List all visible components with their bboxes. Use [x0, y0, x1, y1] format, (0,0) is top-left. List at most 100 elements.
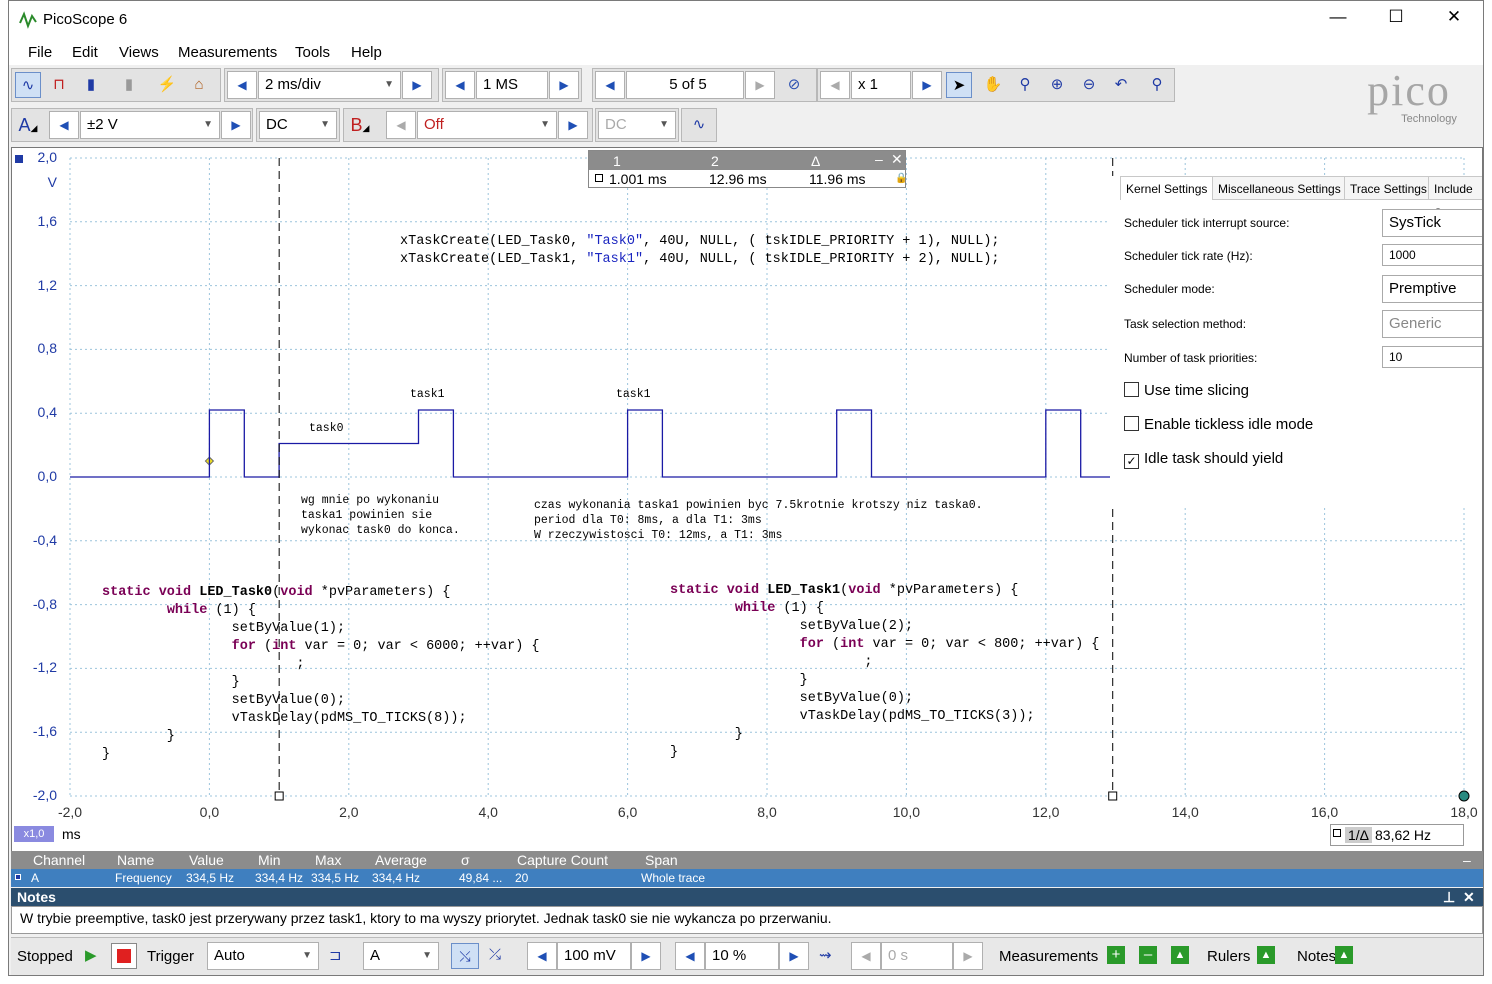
legend-minimize-icon[interactable]: – [875, 151, 883, 167]
col-channel[interactable]: Channel [33, 852, 85, 868]
delay-next-button[interactable]: ▶ [953, 942, 983, 970]
play-icon[interactable]: ▶ [85, 946, 97, 964]
checkbox-tickless-idle[interactable]: Enable tickless idle mode [1124, 416, 1313, 433]
menu-views[interactable]: Views [119, 44, 159, 61]
tab-kernel-settings[interactable]: Kernel Settings [1120, 176, 1214, 200]
coupling-a-select[interactable]: DC ▼ [259, 111, 337, 139]
col-average[interactable]: Average [375, 852, 427, 868]
rulers-toggle-icon[interactable]: ▲ [1257, 946, 1275, 964]
home-icon[interactable]: ⌂ [186, 72, 212, 98]
trigger-mode-select[interactable]: Auto ▼ [207, 942, 319, 970]
rising-edge-icon[interactable]: ⤯ [451, 943, 479, 969]
timebase-prev-button[interactable]: ◀ [227, 71, 257, 99]
samples-select[interactable]: 1 MS [476, 71, 548, 99]
menu-edit[interactable]: Edit [72, 44, 98, 61]
pretrigger-next-button[interactable]: ▶ [779, 942, 809, 970]
coupling-b-select[interactable]: DC ▼ [598, 111, 676, 139]
trigger-source-select[interactable]: A ▼ [363, 942, 439, 970]
coupling-b-group: DC ▼ [595, 108, 679, 142]
buffer-next-button[interactable]: ▶ [745, 71, 775, 99]
legend-close-icon[interactable]: ✕ [891, 151, 903, 168]
buffer-prev-button[interactable]: ◀ [595, 71, 625, 99]
falling-edge-icon[interactable]: ⤰ [489, 946, 501, 963]
timebase-select[interactable]: 2 ms/div ▼ [258, 71, 401, 99]
field-tick-rate[interactable]: 1000 [1382, 244, 1482, 266]
remove-measurement-icon[interactable]: – [1139, 946, 1157, 964]
threshold-next-button[interactable]: ▶ [631, 942, 661, 970]
col-name[interactable]: Name [117, 852, 154, 868]
pretrigger-field[interactable]: 10 % [705, 942, 779, 970]
ruler-handle-2 [1108, 791, 1118, 801]
advanced-trigger-icon[interactable]: ⊐ [329, 946, 342, 964]
col-span[interactable]: Span [645, 852, 678, 868]
persistence-mode-icon[interactable]: ⊓ [46, 72, 72, 98]
field-tick-source[interactable]: SysTick [1382, 209, 1482, 237]
range-b-select[interactable]: Off ▼ [417, 111, 557, 139]
signal-generator-icon[interactable]: ⚡ [154, 72, 180, 98]
post-trigger-icon[interactable]: ⇝ [819, 946, 832, 964]
delay-field[interactable]: 0 s [881, 942, 953, 970]
scope-view[interactable]: 2,0 1,6 1,2 0,8 0,4 0,0 -0,4 -0,8 -1,2 -1,6 -2,0 V… [11, 147, 1483, 853]
checkbox-idle-yield[interactable]: ✓ Idle task should yield [1124, 450, 1283, 469]
ruler-legend[interactable]: 1 2 Δ – ✕ 1.001 ms 12.96 ms 11.96 ms 🔒 [588, 150, 907, 188]
zoom-out-icon[interactable]: ⊖ [1076, 72, 1102, 98]
zoom-overview-icon[interactable]: ⚲ [1144, 72, 1170, 98]
range-b-next-button[interactable]: ▶ [558, 111, 588, 139]
buffer-index[interactable]: 5 of 5 [626, 71, 744, 99]
tab-trace-settings[interactable]: Trace Settings [1344, 176, 1433, 200]
field-scheduler-mode[interactable]: Premptive [1382, 275, 1482, 303]
zoom-next-button[interactable]: ▶ [912, 71, 942, 99]
minimize-button[interactable]: — [1309, 7, 1367, 33]
col-min[interactable]: Min [258, 852, 281, 868]
field-task-selection[interactable]: Generic [1382, 310, 1482, 338]
undo-zoom-icon[interactable]: ↶ [1108, 72, 1134, 98]
edit-measurement-icon[interactable]: ▲ [1171, 946, 1189, 964]
samples-prev-button[interactable]: ◀ [445, 71, 475, 99]
threshold-prev-button[interactable]: ◀ [527, 942, 557, 970]
zoom-area-icon[interactable]: ⚲ [1012, 72, 1038, 98]
table-row[interactable]: A Frequency 334,5 Hz 334,4 Hz 334,5 Hz 3… [11, 869, 1483, 887]
maximize-button[interactable]: ☐ [1367, 7, 1425, 33]
zoom-in-icon[interactable]: ⊕ [1044, 72, 1070, 98]
tab-miscellaneous-settings[interactable]: Miscellaneous Settings [1212, 176, 1347, 200]
compass-icon[interactable]: ⊘ [781, 72, 807, 98]
range-a-prev-button[interactable]: ◀ [49, 111, 79, 139]
col-value[interactable]: Value [189, 852, 224, 868]
hand-icon[interactable]: ✋ [980, 72, 1006, 98]
notes-close-icon[interactable]: ✕ [1463, 888, 1475, 906]
scope-mode-icon[interactable]: ∿ [15, 72, 41, 98]
pointer-icon[interactable]: ➤ [946, 72, 972, 98]
close-button[interactable]: ✕ [1425, 7, 1483, 33]
menu-tools[interactable]: Tools [295, 44, 330, 61]
spectrum-mode-icon[interactable]: ▮ [78, 72, 104, 98]
pretrigger-prev-button[interactable]: ◀ [675, 942, 705, 970]
notes-toggle-icon[interactable]: ▲ [1335, 946, 1353, 964]
col-sigma[interactable]: σ [461, 852, 470, 868]
channel-a-button[interactable]: A◢ [15, 112, 41, 138]
delay-prev-button[interactable]: ◀ [851, 942, 881, 970]
lock-icon[interactable]: 🔒 [895, 173, 907, 184]
add-measurement-icon[interactable]: + [1107, 946, 1125, 964]
timebase-next-button[interactable]: ▶ [402, 71, 432, 99]
zoom-prev-button[interactable]: ◀ [820, 71, 850, 99]
checkbox-time-slicing[interactable]: Use time slicing [1124, 382, 1249, 399]
notes-text[interactable]: W trybie preemptive, task0 jest przerywa… [11, 906, 1483, 934]
menu-file[interactable]: File [28, 44, 52, 61]
range-a-next-button[interactable]: ▶ [221, 111, 251, 139]
menu-help[interactable]: Help [351, 44, 382, 61]
table-minimize-icon[interactable]: – [1463, 852, 1471, 868]
field-task-priorities[interactable]: 10 [1382, 346, 1482, 368]
range-a-select[interactable]: ±2 V ▼ [80, 111, 220, 139]
samples-next-button[interactable]: ▶ [549, 71, 579, 99]
math-channels-icon[interactable]: ∿ [686, 112, 712, 138]
threshold-field[interactable]: 100 mV [557, 942, 631, 970]
notes-pin-icon[interactable]: ⊥ [1443, 888, 1455, 906]
tab-include-settings[interactable]: Include Set [1428, 176, 1482, 220]
zoom-factor[interactable]: x 1 [851, 71, 911, 99]
menu-measurements[interactable]: Measurements [178, 44, 277, 61]
col-max[interactable]: Max [315, 852, 341, 868]
stop-button[interactable] [111, 943, 137, 969]
channel-b-button[interactable]: B◢ [347, 112, 373, 138]
range-b-prev-button[interactable]: ◀ [386, 111, 416, 139]
col-capture-count[interactable]: Capture Count [517, 852, 608, 868]
